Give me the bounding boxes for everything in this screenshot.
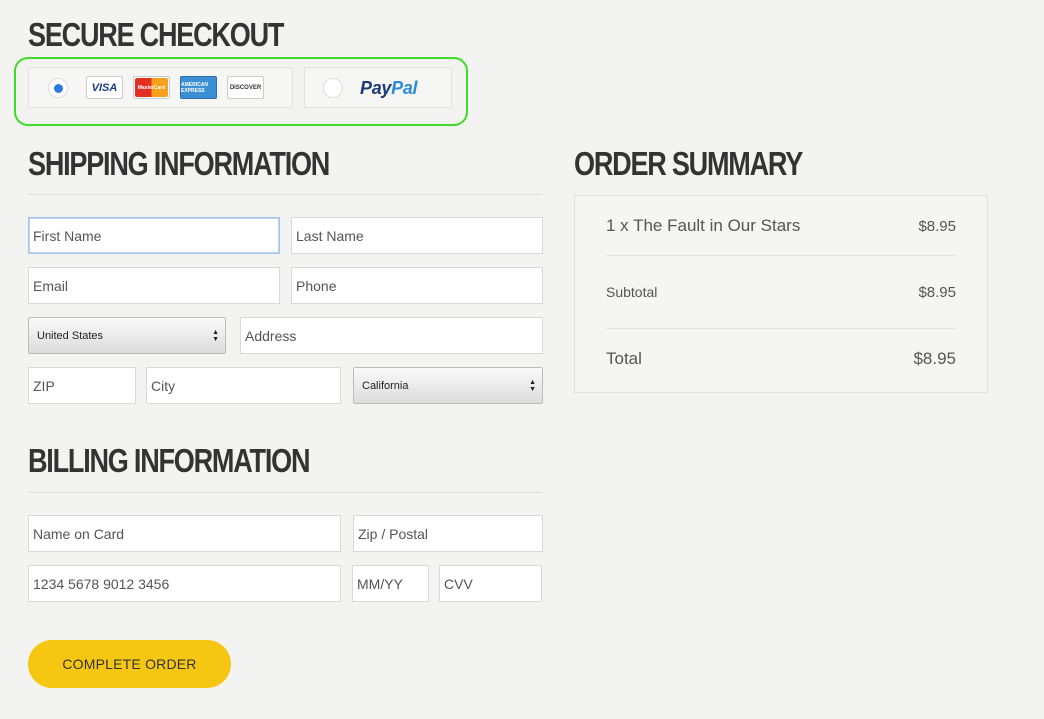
last-name-field[interactable] [291,217,543,254]
discover-icon: DISCOVER [227,76,264,99]
amex-icon: AMERICAN EXPRESS [180,76,217,99]
billing-divider [28,492,542,493]
subtotal-value: $8.95 [918,284,956,301]
email-field[interactable] [28,267,280,304]
paypal-logo-icon: PayPal [360,78,418,98]
zip-field[interactable] [28,367,136,404]
name-on-card-field[interactable] [28,515,341,552]
country-select[interactable]: United States ▲ ▼ [28,317,226,354]
shipping-divider [28,194,542,195]
summary-divider [606,328,956,329]
cvv-field[interactable] [439,565,542,602]
card-payment-radio[interactable] [48,78,68,98]
order-summary-box: 1 x The Fault in Our Stars $8.95 Subtota… [574,195,988,393]
first-name-field[interactable] [28,217,280,254]
visa-icon: VISA [86,76,123,99]
card-number-field[interactable] [28,565,341,602]
select-arrows-icon: ▲ ▼ [529,379,536,393]
billing-heading: Billing Information [28,442,311,479]
expiry-field[interactable] [352,565,429,602]
summary-total-row: Total $8.95 [606,349,956,371]
select-arrows-icon: ▲ ▼ [212,329,219,343]
city-field[interactable] [146,367,341,404]
order-summary-heading: Order Summary [574,145,803,182]
summary-subtotal-row: Subtotal $8.95 [606,284,956,302]
summary-item-price: $8.95 [918,218,956,235]
complete-order-button[interactable]: Complete Order [28,640,231,688]
secure-checkout-heading: Secure Checkout [28,16,284,53]
subtotal-label: Subtotal [606,284,658,300]
shipping-heading: Shipping Information [28,145,330,182]
total-value: $8.95 [913,349,956,368]
address-field[interactable] [240,317,543,354]
summary-divider [606,255,956,256]
total-label: Total [606,349,642,368]
summary-item-row: 1 x The Fault in Our Stars $8.95 [606,216,956,236]
zip-postal-field[interactable] [353,515,543,552]
country-select-value: United States [37,329,104,342]
state-select-value: California [362,379,409,392]
state-select[interactable]: California ▲ ▼ [353,367,543,404]
paypal-payment-radio[interactable] [323,78,343,98]
phone-field[interactable] [291,267,543,304]
summary-item-label: 1 x The Fault in Our Stars [606,216,801,235]
mastercard-icon: MasterCard [133,76,170,99]
